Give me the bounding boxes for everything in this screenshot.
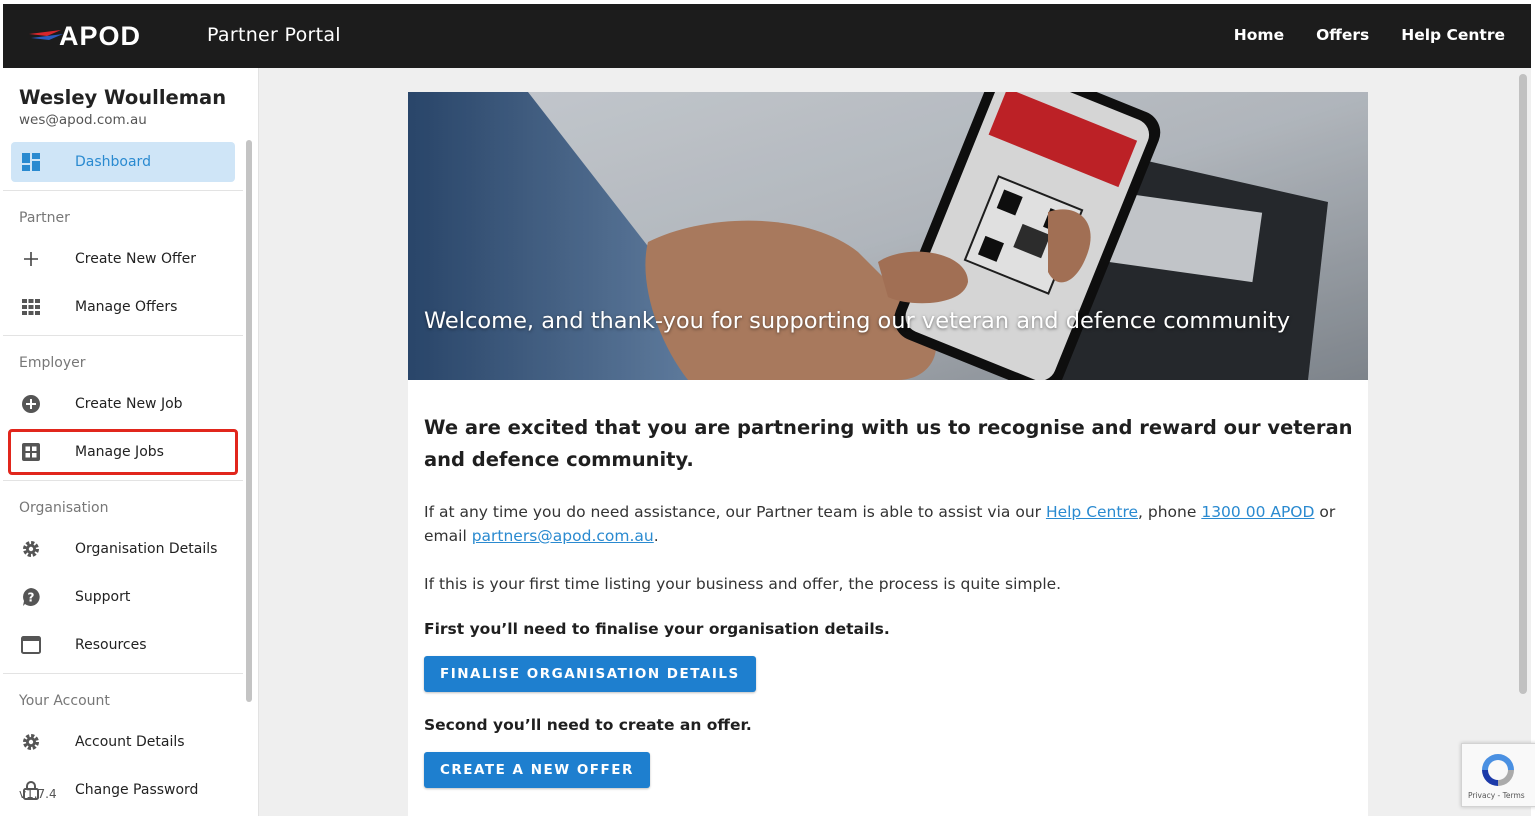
add-circle-icon [21, 394, 41, 414]
gear-icon [21, 732, 41, 752]
email-link[interactable]: partners@apod.com.au [472, 527, 654, 545]
section-label-employer: Employer [19, 355, 86, 371]
welcome-headline: We are excited that you are partnering w… [424, 416, 1353, 471]
logo-text: APOD [59, 21, 142, 51]
nav-offers-link[interactable]: Offers [1316, 26, 1369, 44]
portal-title: Partner Portal [207, 24, 341, 46]
sidebar-item-label: Organisation Details [75, 541, 218, 557]
phone-link[interactable]: 1300 00 APOD [1201, 503, 1314, 521]
divider [3, 190, 243, 191]
create-new-offer-button[interactable]: CREATE A NEW OFFER [424, 752, 650, 788]
gear-icon [21, 539, 41, 559]
sidebar-item-account-details[interactable]: Account Details [11, 722, 235, 762]
dashboard-box-icon [21, 442, 41, 462]
sidebar-item-organisation-details[interactable]: Organisation Details [11, 529, 235, 569]
apod-logo[interactable]: APOD [27, 22, 177, 50]
finalise-organisation-details-button[interactable]: FINALISE ORGANISATION DETAILS [424, 656, 756, 692]
main-scrollbar[interactable] [1519, 74, 1527, 694]
hero-image [408, 92, 1368, 380]
sidebar-item-label: Manage Jobs [75, 444, 164, 460]
assist-text: If at any time you do need assistance, o… [424, 503, 1046, 521]
step-one-text: First you’ll need to finalise your organ… [424, 620, 890, 638]
hero-caption: Welcome, and thank-you for supporting ou… [424, 308, 1291, 334]
sidebar-item-manage-offers[interactable]: Manage Offers [11, 287, 235, 327]
sidebar-item-label: Resources [75, 637, 147, 653]
top-nav: Home Offers Help Centre [1234, 26, 1505, 44]
sidebar-item-label: Change Password [75, 782, 199, 798]
sidebar-item-dashboard[interactable]: Dashboard [11, 142, 235, 182]
grid-icon [21, 297, 41, 317]
section-label-partner: Partner [19, 210, 70, 226]
hero-banner: Welcome, and thank-you for supporting ou… [408, 92, 1368, 380]
divider [3, 480, 243, 481]
assistance-paragraph: If at any time you do need assistance, o… [424, 500, 1354, 548]
sidebar-item-create-new-offer[interactable]: Create New Offer [11, 239, 235, 279]
help-centre-link[interactable]: Help Centre [1046, 503, 1138, 521]
divider [3, 673, 243, 674]
sidebar-item-label: Manage Offers [75, 299, 178, 315]
sidebar-item-label: Account Details [75, 734, 185, 750]
user-name: Wesley Woulleman [19, 86, 227, 109]
welcome-content: We are excited that you are partnering w… [424, 412, 1354, 788]
sidebar-item-resources[interactable]: Resources [11, 625, 235, 665]
divider [3, 335, 243, 336]
first-time-paragraph: If this is your first time listing your … [424, 575, 1062, 593]
section-label-organisation: Organisation [19, 500, 109, 516]
top-bar: APOD Partner Portal Home Offers Help Cen… [3, 4, 1531, 68]
sidebar-item-support[interactable]: ? Support [11, 577, 235, 617]
sidebar: Wesley Woulleman wes@apod.com.au Dashboa… [3, 68, 259, 816]
window-icon [21, 635, 41, 655]
assist-text: , phone [1138, 503, 1202, 521]
assist-text: . [653, 527, 659, 545]
section-label-your-account: Your Account [19, 693, 110, 709]
app-frame: APOD Partner Portal Home Offers Help Cen… [3, 4, 1531, 816]
sidebar-item-manage-jobs[interactable]: Manage Jobs [8, 429, 238, 475]
step-two-text: Second you’ll need to create an offer. [424, 716, 752, 734]
sidebar-scrollbar[interactable] [246, 140, 252, 702]
recaptcha-icon [1482, 754, 1514, 786]
app-version: v1.7.4 [19, 787, 57, 801]
svg-text:?: ? [28, 591, 35, 605]
help-icon: ? [21, 587, 41, 607]
sidebar-item-label: Create New Job [75, 396, 183, 412]
sidebar-item-create-new-job[interactable]: Create New Job [11, 384, 235, 424]
recaptcha-badge[interactable]: Privacy - Terms [1461, 743, 1535, 807]
recaptcha-links[interactable]: Privacy - Terms [1468, 791, 1525, 800]
sidebar-item-label: Dashboard [75, 154, 151, 170]
dashboard-icon [21, 152, 41, 172]
sidebar-item-label: Create New Offer [75, 251, 196, 267]
sidebar-item-label: Support [75, 589, 131, 605]
nav-help-centre-link[interactable]: Help Centre [1401, 26, 1505, 44]
user-email: wes@apod.com.au [19, 112, 147, 128]
welcome-card: Welcome, and thank-you for supporting ou… [408, 92, 1368, 816]
nav-home-link[interactable]: Home [1234, 26, 1284, 44]
plus-icon [21, 249, 41, 269]
